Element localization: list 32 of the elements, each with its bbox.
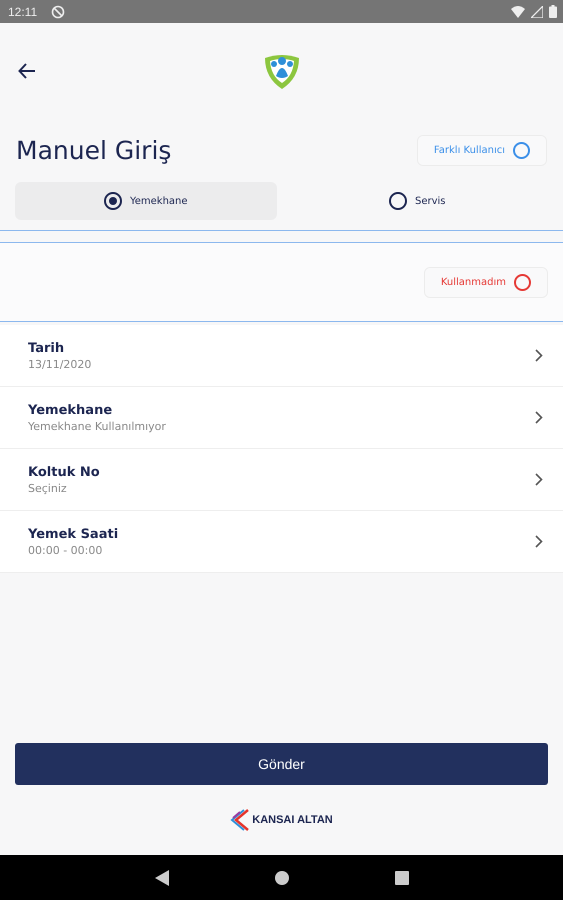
brand-name: KANSAI ALTAN	[252, 814, 333, 826]
not-used-toggle[interactable]: Kullanmadım	[424, 266, 548, 298]
chevron-right-icon	[535, 473, 543, 486]
field-row[interactable]: Yemek Saati 00:00 - 00:00	[0, 511, 563, 573]
recents-nav-icon[interactable]	[394, 870, 408, 884]
do-not-disturb-icon	[51, 4, 66, 18]
signal-icon	[531, 6, 543, 18]
field-value: 13/11/2020	[28, 358, 92, 370]
field-label: Yemek Saati	[28, 526, 118, 542]
wifi-icon	[511, 6, 525, 18]
back-nav-icon[interactable]	[154, 870, 168, 886]
option-radio[interactable]: Yemekhane	[15, 182, 276, 220]
option-radio[interactable]: Servis	[286, 182, 548, 220]
field-value: 00:00 - 00:00	[28, 544, 104, 556]
chevron-right-icon	[535, 349, 543, 362]
field-label: Tarih	[28, 340, 66, 356]
back-arrow-icon[interactable]	[18, 63, 36, 79]
chevron-right-icon	[535, 411, 543, 424]
submit-button[interactable]: Gönder	[15, 743, 548, 785]
status-time: 12:11	[8, 4, 38, 18]
brand-logo-icon	[230, 809, 250, 831]
home-nav-icon[interactable]	[274, 870, 288, 884]
battery-icon	[549, 5, 557, 18]
field-value: Seçiniz	[28, 482, 68, 494]
field-label: Yemekhane	[28, 402, 114, 418]
page-title: Manuel Giriş	[16, 136, 172, 164]
field-value: Yemekhane Kullanılmıyor	[28, 420, 166, 432]
field-row[interactable]: Koltuk No Seçiniz	[0, 449, 563, 511]
field-row[interactable]: Tarih 13/11/2020	[0, 325, 563, 387]
field-row[interactable]: Yemekhane Yemekhane Kullanılmıyor	[0, 387, 563, 449]
field-label: Koltuk No	[28, 464, 100, 480]
chevron-right-icon	[535, 535, 543, 548]
